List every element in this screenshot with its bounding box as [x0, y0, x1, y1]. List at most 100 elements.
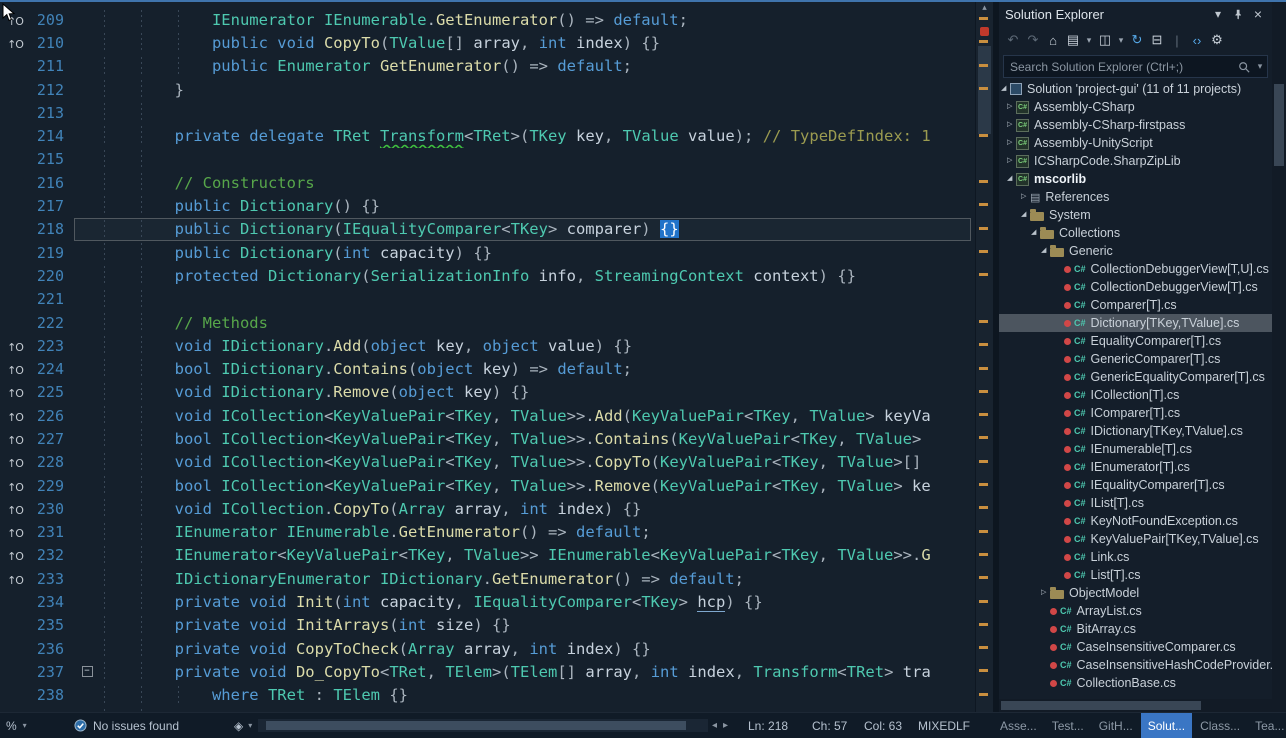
tree-item[interactable]: C#Comparer[T].cs — [999, 296, 1272, 314]
code-text[interactable]: protected Dictionary(SerializationInfo i… — [100, 264, 975, 287]
code-text[interactable]: void ICollection.CopyTo(Array array, int… — [100, 497, 975, 520]
override-indicator-icon[interactable]: ↑O — [0, 11, 30, 29]
editor-scrollbar-thumb[interactable] — [978, 46, 991, 134]
code-text[interactable] — [100, 101, 975, 124]
window-menu-icon[interactable]: ▾ — [1210, 7, 1226, 21]
tree-item[interactable]: ▷C#Assembly-CSharp — [999, 98, 1272, 116]
line-number[interactable]: 233 — [30, 570, 74, 588]
zoom-control[interactable]: % — [6, 719, 17, 733]
issues-status-text[interactable]: No issues found — [93, 719, 179, 733]
tree-item[interactable]: C#IEnumerator[T].cs — [999, 458, 1272, 476]
line-number[interactable]: 220 — [30, 267, 74, 285]
code-text[interactable]: public void CopyTo(TValue[] array, int i… — [100, 31, 975, 54]
code-text[interactable]: public Dictionary(IEqualityComparer<TKey… — [100, 218, 971, 241]
code-text[interactable]: private void CopyToCheck(Array array, in… — [100, 637, 975, 660]
tree-item[interactable]: ▷C#ICSharpCode.SharpZipLib — [999, 152, 1272, 170]
expanded-arrow-icon[interactable]: ◢ — [1001, 80, 1010, 98]
expanded-arrow-icon[interactable]: ◢ — [1031, 224, 1040, 242]
line-number[interactable]: 213 — [30, 104, 74, 122]
line-number[interactable]: 210 — [30, 34, 74, 52]
code-cleanup-icon[interactable]: ◈ — [234, 719, 243, 733]
line-number[interactable]: 209 — [30, 11, 74, 29]
scroll-right-icon[interactable]: ▸ — [723, 720, 728, 731]
tree-item[interactable]: C#KeyNotFoundException.cs — [999, 512, 1272, 530]
editor-scrollbar[interactable]: ▴ — [975, 0, 993, 712]
tree-item[interactable]: C#IEnumerable[T].cs — [999, 440, 1272, 458]
line-number[interactable]: 234 — [30, 593, 74, 611]
line-number[interactable]: 212 — [30, 81, 74, 99]
line-number[interactable]: 229 — [30, 477, 74, 495]
line-number[interactable]: 227 — [30, 430, 74, 448]
line-number[interactable]: 236 — [30, 640, 74, 658]
view-code-icon[interactable]: ‹› — [1189, 33, 1205, 48]
override-indicator-icon[interactable]: ↑O — [0, 570, 30, 588]
tree-item[interactable]: C#CaseInsensitiveHashCodeProvider.cs — [999, 656, 1272, 674]
properties-icon[interactable]: ⚙ — [1209, 32, 1225, 48]
code-text[interactable]: void IDictionary.Remove(object key) {} — [100, 381, 975, 404]
code-text[interactable]: bool IDictionary.Contains(object key) =>… — [100, 357, 975, 380]
line-number[interactable]: 238 — [30, 686, 74, 704]
code-text[interactable]: public Dictionary(int capacity) {} — [100, 241, 975, 264]
code-text[interactable]: void ICollection<KeyValuePair<TKey, TVal… — [100, 451, 975, 474]
health-indicator-icon[interactable] — [74, 719, 87, 732]
line-number[interactable]: 231 — [30, 523, 74, 541]
forward-icon[interactable]: ↷ — [1025, 32, 1041, 48]
tree-item[interactable]: ◢Solution 'project-gui' (11 of 11 projec… — [999, 80, 1272, 98]
panel-tab-class[interactable]: Class... — [1193, 713, 1247, 738]
back-icon[interactable]: ↶ — [1005, 32, 1021, 48]
code-text[interactable]: IDictionaryEnumerator IDictionary.GetEnu… — [100, 567, 975, 590]
line-number[interactable]: 215 — [30, 150, 74, 168]
home-icon[interactable]: ⌂ — [1045, 33, 1061, 48]
se-horizontal-scrollbar[interactable] — [999, 699, 1272, 712]
expanded-arrow-icon[interactable]: ◢ — [1041, 242, 1050, 260]
chevron-down-icon[interactable]: ▾ — [1253, 61, 1267, 72]
line-number[interactable]: 232 — [30, 546, 74, 564]
tree-item[interactable]: C#CaseInsensitiveComparer.cs — [999, 638, 1272, 656]
line-number[interactable]: 211 — [30, 57, 74, 75]
code-text[interactable]: public Dictionary() {} — [100, 194, 975, 217]
code-text[interactable]: // Constructors — [100, 171, 975, 194]
line-number[interactable]: 225 — [30, 383, 74, 401]
tree-item[interactable]: ◢Collections — [999, 224, 1272, 242]
override-indicator-icon[interactable]: ↑O — [0, 337, 30, 355]
line-number[interactable]: 221 — [30, 290, 74, 308]
tree-item[interactable]: C#ArrayList.cs — [999, 602, 1272, 620]
line-number[interactable]: 224 — [30, 360, 74, 378]
override-indicator-icon[interactable]: ↑O — [0, 453, 30, 471]
line-number[interactable]: 223 — [30, 337, 74, 355]
panel-tab-test[interactable]: Test... — [1045, 713, 1091, 738]
tree-item[interactable]: ◢C#mscorlib — [999, 170, 1272, 188]
tree-item[interactable]: ▷▤References — [999, 188, 1272, 206]
collapse-all-icon[interactable]: ⊟ — [1149, 32, 1165, 48]
code-text[interactable]: public Enumerator GetEnumerator() => def… — [100, 55, 975, 78]
switch-views-icon[interactable]: ▤ — [1065, 32, 1081, 48]
tree-item[interactable]: C#ICollection[T].cs — [999, 386, 1272, 404]
tree-item[interactable]: C#GenericComparer[T].cs — [999, 350, 1272, 368]
code-text[interactable]: bool ICollection<KeyValuePair<TKey, TVal… — [100, 427, 975, 450]
tree-item[interactable]: C#IDictionary[TKey,TValue].cs — [999, 422, 1272, 440]
override-indicator-icon[interactable]: ↑O — [0, 523, 30, 541]
line-number[interactable]: 214 — [30, 127, 74, 145]
scrollbar-up-icon[interactable]: ▴ — [976, 2, 993, 13]
chevron-down-icon[interactable]: ▾ — [1117, 35, 1125, 46]
search-icon[interactable] — [1235, 61, 1253, 73]
tree-item[interactable]: ▷C#Assembly-CSharp-firstpass — [999, 116, 1272, 134]
code-text[interactable]: private delegate TRet Transform<TRet>(TK… — [100, 124, 975, 147]
se-vscroll-thumb[interactable] — [1274, 84, 1284, 166]
se-vertical-scrollbar[interactable] — [1272, 0, 1286, 712]
tree-item[interactable]: C#CollectionDebuggerView[T,U].cs — [999, 260, 1272, 278]
code-text[interactable]: } — [100, 78, 975, 101]
tree-item[interactable]: C#IEqualityComparer[T].cs — [999, 476, 1272, 494]
close-icon[interactable]: × — [1250, 6, 1266, 22]
panel-tab-gith[interactable]: GitH... — [1092, 713, 1140, 738]
tree-item[interactable]: ◢Generic — [999, 242, 1272, 260]
tree-item[interactable]: C#List[T].cs — [999, 566, 1272, 584]
editor-horizontal-scrollbar[interactable] — [258, 719, 708, 732]
code-text[interactable]: IEnumerator<KeyValuePair<TKey, TValue>> … — [100, 544, 975, 567]
tree-item[interactable]: C#Dictionary[TKey,TValue].cs — [999, 314, 1272, 332]
pin-icon[interactable] — [1230, 9, 1246, 20]
code-text[interactable]: IEnumerator IEnumerable.GetEnumerator() … — [100, 8, 975, 31]
show-all-files-icon[interactable]: ◫ — [1097, 32, 1113, 48]
code-text[interactable]: void ICollection<KeyValuePair<TKey, TVal… — [100, 404, 975, 427]
override-indicator-icon[interactable]: ↑O — [0, 383, 30, 401]
